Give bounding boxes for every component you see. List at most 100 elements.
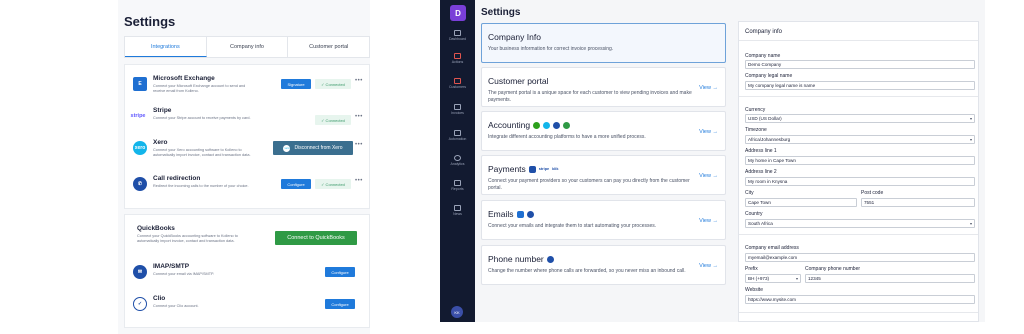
prefix-value: BH (+973) [748,276,770,281]
settings-card-payments[interactable]: Payments stripe klik Connect your paymen… [481,155,726,195]
integration-call-redirection: ✆ Call redirection Redirect the incoming… [133,175,365,201]
page-title: Settings [481,7,521,18]
available-integrations-card: QuickBooks Connect your QuickBooks accou… [124,214,370,328]
integration-name: Stripe [153,107,172,114]
view-link[interactable]: View → [699,263,718,269]
settings-card-emails[interactable]: Emails Connect your emails and integrate… [481,200,726,240]
city-field[interactable]: Cape Town [745,198,857,207]
email-field[interactable]: myemail@example.com [745,253,975,262]
card-description: The payment portal is a unique space for… [488,90,692,103]
sidebar-item-label: Actions [451,60,464,64]
integration-description: Redirect the incoming calls to the numbe… [153,184,249,188]
app-settings-panel: D Dashboard Actions Customers Invoices A… [440,0,985,322]
envelope-icon: ✉ [133,265,147,279]
sidebar-item-invoices[interactable]: Invoices [440,104,475,115]
settings-tabs: Integrations Company info Customer porta… [124,36,370,58]
settings-card-company-info[interactable]: Company Info Your business information f… [481,23,726,63]
app-logo[interactable]: D [450,5,466,21]
phone-field[interactable]: 12345 [805,274,975,283]
page-title: Settings [124,14,176,29]
country-label: Country [745,211,763,217]
sidebar-item-customers[interactable]: Customers [440,78,475,89]
address2-label: Address line 2 [745,169,777,175]
exchange-icon: E [133,77,147,91]
integration-name: IMAP/SMTP [153,263,190,270]
view-link[interactable]: View → [699,129,718,135]
integration-description: Connect your Microsoft Exchange account … [153,84,246,93]
integrations-settings-panel: Settings Integrations Company info Custo… [118,0,370,334]
card-description: Change the number where phone calls are … [488,268,686,274]
tab-company-info[interactable]: Company info [207,37,289,57]
connected-badge: ✓ Connected [315,179,351,189]
configure-button[interactable]: Configure [325,299,355,309]
sidebar-item-dashboard[interactable]: Dashboard [440,30,475,41]
timezone-select[interactable]: Africa/Johannesburg ▾ [745,135,975,144]
phone-label: Company phone number [805,266,861,272]
more-options-icon[interactable]: ••• [355,78,363,84]
website-field[interactable]: https://www.mysite.com [745,295,975,304]
company-name-label: Company name [745,53,781,59]
settings-card-phone-number[interactable]: Phone number Change the number where pho… [481,245,726,285]
stripe-icon: stripe [130,113,146,119]
invoice-icon [454,104,461,110]
country-value: South Africa [748,221,773,226]
disconnect-xero-button[interactable]: xero Disconnect from Xero [273,141,353,155]
sidebar-item-actions[interactable]: Actions [440,53,475,64]
configure-button[interactable]: Configure [281,179,311,189]
legal-name-field[interactable]: My company legal name is name [745,81,975,90]
integration-name: Xero [153,139,168,146]
currency-select[interactable]: USD (US Dollar) ▾ [745,114,975,123]
integration-quickbooks: QuickBooks Connect your QuickBooks accou… [133,225,365,255]
integration-name: Clio [153,295,166,302]
sidebar-item-label: Reports [451,187,464,191]
more-options-icon[interactable]: ••• [355,142,363,148]
integration-clio: ✓ Clio Connect your Clio account. Config… [133,295,365,321]
integration-microsoft-exchange: E Microsoft Exchange Connect your Micros… [133,75,365,101]
email-label: Company email address [745,245,799,251]
divider [739,40,978,41]
news-icon [454,205,461,211]
settings-card-accounting[interactable]: Accounting Integrate different accountin… [481,111,726,151]
integration-name: QuickBooks [137,225,175,232]
sidebar-item-reports[interactable]: Reports [440,180,475,191]
view-link[interactable]: View → [699,218,718,224]
sidebar-item-label: Dashboard [448,37,467,41]
postcode-field[interactable]: 7551 [861,198,975,207]
view-link[interactable]: View → [699,173,718,179]
sidebar-item-analytics[interactable]: Analytics [440,155,475,166]
users-icon [454,78,461,84]
more-options-icon[interactable]: ••• [355,114,363,120]
reports-icon [454,180,461,186]
configure-button[interactable]: Configure [325,267,355,277]
settings-card-customer-portal[interactable]: Customer portal The payment portal is a … [481,67,726,107]
integration-description: Connect your Stripe account to receive p… [153,116,251,120]
card-title-text: Accounting [488,120,531,130]
sidebar-item-news[interactable]: News [440,205,475,216]
company-name-field[interactable]: Demo Company [745,60,975,69]
tab-customer-portal[interactable]: Customer portal [288,37,369,57]
legal-name-label: Company legal name [745,73,793,79]
card-title: Accounting [488,120,571,130]
address2-field[interactable]: My room in Knysna [745,177,975,186]
avatar[interactable]: KK [451,306,463,318]
integration-description: Connect your QuickBooks accounting softw… [137,234,238,243]
card-title-text: Payments [488,164,526,174]
chevron-down-icon: ▾ [969,221,972,226]
analytics-icon [454,155,461,161]
address1-field[interactable]: My home in Cape Town [745,156,975,165]
view-link[interactable]: View → [699,85,718,91]
divider [739,96,978,97]
currency-value: USD (US Dollar) [748,116,782,121]
sidebar-item-automation[interactable]: Automation [440,130,475,141]
integration-stripe: stripe Stripe Connect your Stripe accoun… [130,107,365,133]
more-options-icon[interactable]: ••• [355,178,363,184]
signature-button[interactable]: Signature [281,79,311,89]
tab-integrations[interactable]: Integrations [125,37,207,57]
website-label: Website [745,287,763,293]
connect-quickbooks-button[interactable]: Connect to QuickBooks [275,231,357,245]
prefix-select[interactable]: BH (+973) ▾ [745,274,801,283]
currency-label: Currency [745,107,766,113]
stripe-logo: stripe [538,167,550,171]
chevron-down-icon: ▾ [969,116,972,121]
country-select[interactable]: South Africa ▾ [745,219,975,228]
